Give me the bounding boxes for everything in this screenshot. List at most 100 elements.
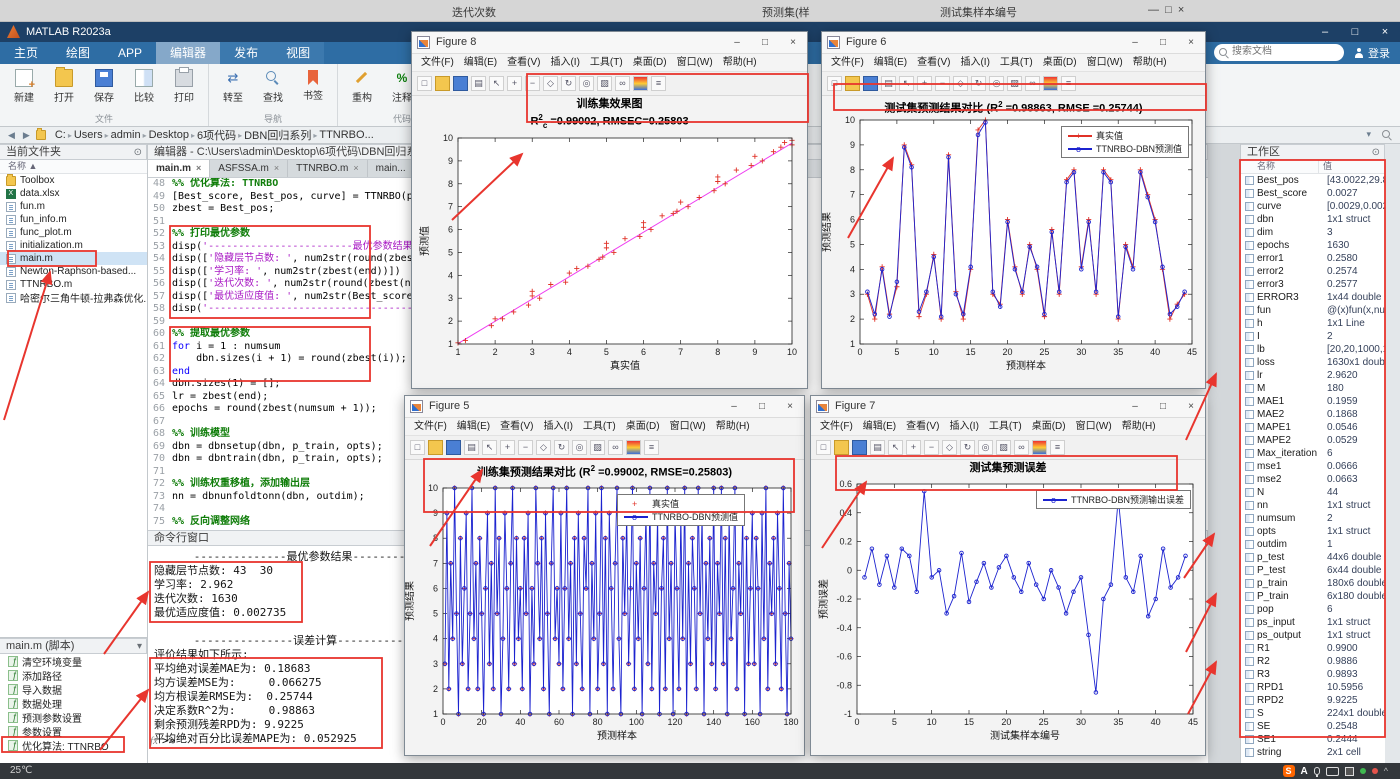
figure-titlebar[interactable]: Figure 8 – □ × bbox=[412, 32, 807, 54]
breadcrumb-segment[interactable]: 6项代码 bbox=[196, 127, 237, 143]
handwriting-icon[interactable] bbox=[1344, 766, 1354, 776]
link-plot-icon[interactable]: ∞ bbox=[608, 440, 623, 455]
pan-icon[interactable]: ◇ bbox=[543, 76, 558, 91]
ribbon-tab-APP[interactable]: APP bbox=[104, 42, 156, 64]
taskbar-weather[interactable]: 25℃ bbox=[10, 765, 32, 776]
maximize-button[interactable]: □ bbox=[1149, 396, 1177, 417]
bookmark-button[interactable]: 书签 bbox=[294, 67, 332, 104]
figure-titlebar[interactable]: Figure 6 – □ × bbox=[822, 32, 1205, 54]
editor-tab-main.m[interactable]: main.m × bbox=[148, 160, 211, 177]
figure-menu-item[interactable]: 编辑(E) bbox=[452, 418, 495, 435]
figure-menu-item[interactable]: 文件(F) bbox=[409, 418, 452, 435]
file-item[interactable]: fun.m bbox=[0, 200, 147, 213]
insert-legend-icon[interactable]: ≡ bbox=[1050, 440, 1065, 455]
workspace-row[interactable]: ERROR3 1x44 double bbox=[1241, 291, 1385, 304]
figure-menu-item[interactable]: 窗口(W) bbox=[672, 54, 718, 71]
link-plot-icon[interactable]: ∞ bbox=[615, 76, 630, 91]
workspace-row[interactable]: nn 1x1 struct bbox=[1241, 499, 1385, 512]
close-tab-icon[interactable]: × bbox=[353, 160, 358, 177]
script-section-item[interactable]: 导入数据 bbox=[0, 682, 147, 696]
workspace-row[interactable]: I2 bbox=[1241, 330, 1385, 343]
minimize-button[interactable]: – bbox=[720, 396, 748, 417]
panel-menu-icon[interactable]: ⊙ bbox=[134, 146, 142, 159]
new-script-button[interactable]: 新建 bbox=[5, 67, 43, 104]
minimize-button[interactable]: – bbox=[1121, 32, 1149, 53]
workspace-row[interactable]: R1 0.9900 bbox=[1241, 642, 1385, 655]
edit-plot-icon[interactable]: ↖ bbox=[899, 76, 914, 91]
workspace-row[interactable]: p_test 44x6 double bbox=[1241, 551, 1385, 564]
plot-legend[interactable]: + 真实值 o TTNRBO-DBN预测值 bbox=[1061, 126, 1189, 158]
breadcrumb-segment[interactable]: admin bbox=[110, 129, 142, 141]
breadcrumb-segment[interactable]: TTNRBO... bbox=[318, 129, 374, 141]
edit-plot-icon[interactable]: ↖ bbox=[489, 76, 504, 91]
column-name[interactable]: 名称 bbox=[1241, 160, 1319, 173]
workspace-row[interactable]: pop 6 bbox=[1241, 603, 1385, 616]
script-section-item[interactable]: 数据处理 bbox=[0, 696, 147, 710]
script-section-item[interactable]: 参数设置 bbox=[0, 724, 147, 738]
workspace-row[interactable]: h 1x1 Line bbox=[1241, 317, 1385, 330]
zoom-in-icon[interactable]: + bbox=[917, 76, 932, 91]
open-file-icon[interactable] bbox=[435, 76, 450, 91]
zoom-out-icon[interactable]: − bbox=[935, 76, 950, 91]
zoom-out-icon[interactable]: − bbox=[518, 440, 533, 455]
minimize-button[interactable]: – bbox=[1310, 22, 1340, 42]
figure-menu-item[interactable]: 帮助(H) bbox=[1117, 418, 1161, 435]
print-figure-icon[interactable]: ▤ bbox=[870, 440, 885, 455]
workspace-column-headers[interactable]: 名称 值 bbox=[1241, 160, 1385, 174]
brush-data-icon[interactable]: ▨ bbox=[590, 440, 605, 455]
column-value[interactable]: 值 bbox=[1319, 160, 1385, 173]
workspace-row[interactable]: R3 0.9893 bbox=[1241, 668, 1385, 681]
workspace-row[interactable]: Max_iteration 6 bbox=[1241, 447, 1385, 460]
figure-menu-item[interactable]: 插入(I) bbox=[538, 418, 577, 435]
figure-menu-item[interactable]: 工具(T) bbox=[578, 418, 621, 435]
figure-menu-item[interactable]: 文件(F) bbox=[826, 54, 869, 71]
breadcrumb-segment[interactable]: Desktop bbox=[148, 129, 190, 141]
file-column-header[interactable]: 名称 ▲ bbox=[0, 160, 147, 174]
command-prompt-row[interactable]: fx >> bbox=[150, 734, 175, 747]
open-file-icon[interactable] bbox=[834, 440, 849, 455]
pan-icon[interactable]: ◇ bbox=[536, 440, 551, 455]
insert-colorbar-icon[interactable] bbox=[633, 76, 648, 91]
save-figure-icon[interactable] bbox=[446, 440, 461, 455]
workspace-row[interactable]: Best_pos [43.0022,29.82... bbox=[1241, 174, 1385, 187]
insert-colorbar-icon[interactable] bbox=[1043, 76, 1058, 91]
workspace-row[interactable]: loss 1630x1 double bbox=[1241, 356, 1385, 369]
workspace-row[interactable]: p_train 180x6 double bbox=[1241, 577, 1385, 590]
figure-window-6[interactable]: Figure 6 – □ × 文件(F) 编辑(E) 查看(V) 插入(I) 工具(T) 桌面… bbox=[821, 31, 1206, 389]
editor-tab-TTNRBO.m[interactable]: TTNRBO.m × bbox=[288, 160, 368, 177]
print-figure-icon[interactable]: ▤ bbox=[881, 76, 896, 91]
close-button[interactable]: × bbox=[1177, 396, 1205, 417]
workspace-row[interactable]: P_test 6x44 double bbox=[1241, 564, 1385, 577]
workspace-row[interactable]: MAPE2 0.0529 bbox=[1241, 434, 1385, 447]
insert-legend-icon[interactable]: ≡ bbox=[644, 440, 659, 455]
rotate-3d-icon[interactable]: ↻ bbox=[971, 76, 986, 91]
pan-icon[interactable]: ◇ bbox=[953, 76, 968, 91]
workspace-row[interactable]: error2 0.2574 bbox=[1241, 265, 1385, 278]
collapse-icon[interactable]: ▾ bbox=[137, 640, 142, 653]
plot-legend[interactable]: o TTNRBO-DBN预测输出误差 bbox=[1036, 490, 1191, 509]
file-item[interactable]: main.m bbox=[0, 252, 147, 265]
keyboard-icon[interactable] bbox=[1325, 766, 1339, 776]
print-figure-icon[interactable]: ▤ bbox=[471, 76, 486, 91]
ribbon-tab-主页[interactable]: 主页 bbox=[0, 42, 52, 64]
insert-colorbar-icon[interactable] bbox=[626, 440, 641, 455]
figure-menu-item[interactable]: 窗口(W) bbox=[1071, 418, 1117, 435]
figure-menu-item[interactable]: 插入(I) bbox=[944, 418, 983, 435]
forward-icon[interactable]: ▶ bbox=[21, 130, 32, 141]
ribbon-tab-视图[interactable]: 视图 bbox=[272, 42, 325, 64]
link-plot-icon[interactable]: ∞ bbox=[1014, 440, 1029, 455]
close-tab-icon[interactable]: × bbox=[274, 160, 279, 177]
figure-menu-item[interactable]: 编辑(E) bbox=[858, 418, 901, 435]
taskbar[interactable]: 25℃ S A ^ bbox=[0, 763, 1400, 779]
save-button[interactable]: 保存 bbox=[85, 67, 123, 104]
figure-menu-item[interactable]: 桌面(D) bbox=[621, 418, 665, 435]
insert-legend-icon[interactable]: ≡ bbox=[1061, 76, 1076, 91]
file-item[interactable]: TTNRBO.m bbox=[0, 278, 147, 291]
doc-search-box[interactable] bbox=[1214, 44, 1344, 61]
zoom-in-icon[interactable]: + bbox=[507, 76, 522, 91]
workspace-row[interactable]: mse1 0.0666 bbox=[1241, 460, 1385, 473]
compare-button[interactable]: 比较 bbox=[125, 67, 163, 104]
new-figure-icon[interactable]: □ bbox=[410, 440, 425, 455]
figure-menu-item[interactable]: 工具(T) bbox=[984, 418, 1027, 435]
figure-titlebar[interactable]: Figure 5 – □ × bbox=[405, 396, 804, 418]
